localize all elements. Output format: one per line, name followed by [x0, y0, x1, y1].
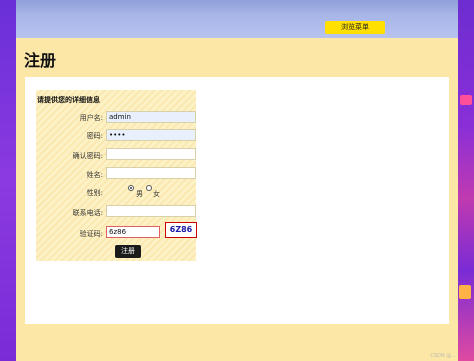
- phone-label: 联系电话:: [72, 209, 103, 217]
- register-button[interactable]: 注册: [115, 245, 141, 258]
- form-heading: 请提供您的详细信息: [37, 96, 100, 104]
- browse-menu-button[interactable]: 浏览菜单: [325, 21, 385, 34]
- page-title: 注册: [24, 51, 57, 70]
- confirm-password-input[interactable]: [106, 148, 196, 160]
- header-banner: [16, 0, 458, 38]
- background-right: [458, 0, 474, 361]
- confirm-password-label: 确认密码:: [72, 152, 103, 160]
- gender-female-radio[interactable]: [146, 185, 152, 191]
- gender-male-label: 男: [136, 190, 143, 198]
- username-input[interactable]: [106, 111, 196, 123]
- gender-label: 性别:: [86, 189, 103, 197]
- gender-female-label: 女: [153, 190, 160, 198]
- name-input[interactable]: [106, 167, 196, 179]
- watermark: CSDN @...: [430, 353, 456, 359]
- password-label: 密码:: [86, 132, 103, 140]
- phone-input[interactable]: [106, 205, 196, 217]
- background-left: [0, 0, 16, 361]
- username-label: 用户名:: [79, 114, 103, 122]
- captcha-input[interactable]: [106, 226, 160, 238]
- name-label: 姓名:: [86, 171, 103, 179]
- gender-male-radio[interactable]: [128, 185, 134, 191]
- password-input[interactable]: [106, 129, 196, 141]
- captcha-label: 验证码:: [79, 230, 103, 238]
- captcha-image[interactable]: 6Z86: [165, 222, 197, 238]
